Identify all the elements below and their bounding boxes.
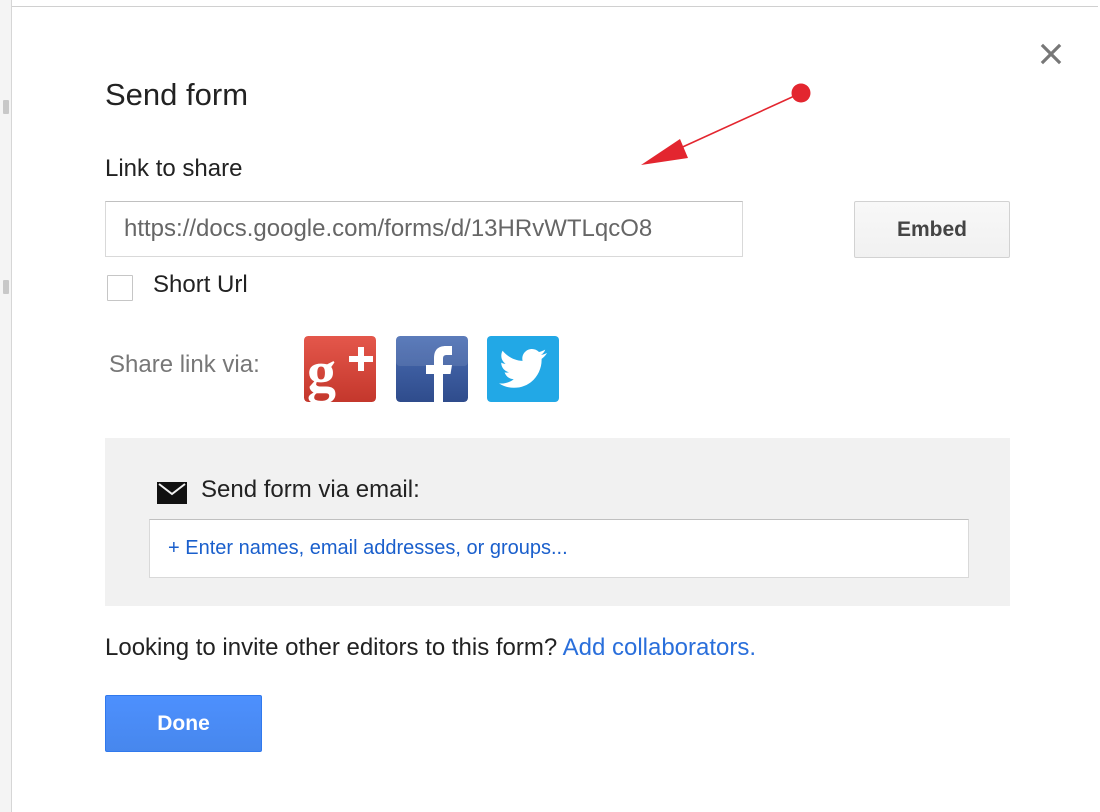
share-url-input[interactable] bbox=[105, 201, 743, 257]
add-collaborators-link[interactable]: Add collaborators. bbox=[563, 634, 756, 661]
background-mark bbox=[3, 100, 9, 114]
send-form-dialog: Send form Link to share Embed Short Url … bbox=[12, 6, 1098, 811]
link-to-share-label: Link to share bbox=[105, 155, 243, 182]
short-url-label: Short Url bbox=[153, 271, 248, 298]
google-plus-icon: g bbox=[304, 336, 376, 402]
facebook-icon bbox=[396, 336, 468, 402]
close-icon bbox=[1040, 43, 1062, 65]
email-panel: Send form via email: bbox=[105, 438, 1010, 606]
twitter-share-button[interactable] bbox=[487, 336, 559, 402]
svg-text:g: g bbox=[307, 339, 336, 402]
embed-button[interactable]: Embed bbox=[854, 201, 1010, 258]
email-recipients-input[interactable] bbox=[149, 519, 969, 578]
twitter-icon bbox=[487, 336, 559, 402]
short-url-checkbox[interactable] bbox=[107, 275, 133, 301]
invite-editors-row: Looking to invite other editors to this … bbox=[105, 634, 756, 662]
invite-editors-text: Looking to invite other editors to this … bbox=[105, 634, 558, 661]
share-link-via-label: Share link via: bbox=[109, 351, 260, 378]
google-plus-share-button[interactable]: g bbox=[304, 336, 376, 402]
screenshot-stage: Send form Link to share Embed Short Url … bbox=[0, 0, 1100, 812]
done-button[interactable]: Done bbox=[105, 695, 262, 752]
background-page-edge bbox=[0, 0, 12, 812]
facebook-share-button[interactable] bbox=[396, 336, 468, 402]
background-mark bbox=[3, 280, 9, 294]
mail-icon bbox=[157, 482, 187, 504]
send-via-email-label: Send form via email: bbox=[201, 476, 420, 503]
close-button[interactable] bbox=[1036, 39, 1066, 69]
dialog-title: Send form bbox=[105, 77, 249, 112]
